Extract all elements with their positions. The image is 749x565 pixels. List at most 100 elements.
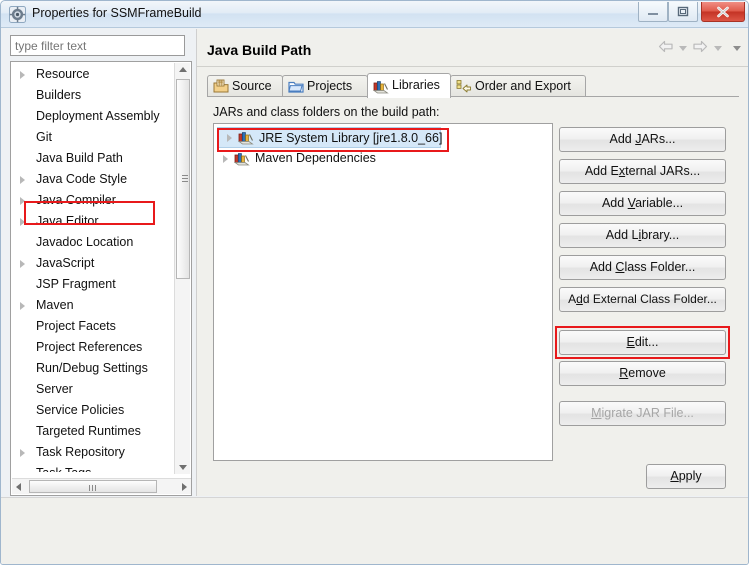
- dialog-footer: ? OK Cancel: [1, 498, 748, 564]
- vertical-scroll-thumb[interactable]: [176, 79, 190, 279]
- sidebar-item-label: JavaScript: [36, 256, 95, 270]
- migrate-jar-file-button: Migrate JAR File...: [559, 401, 726, 426]
- sidebar-item-label: Java Compiler: [36, 193, 116, 207]
- build-path-tabs: Source Projects Libraries Order and Export: [207, 73, 739, 98]
- forward-arrow-icon[interactable]: [692, 40, 708, 56]
- scroll-down-arrow-icon[interactable]: [179, 465, 187, 470]
- edit-button[interactable]: Edit...: [559, 330, 726, 355]
- tab-libraries[interactable]: Libraries: [367, 73, 451, 98]
- sidebar-item-resource[interactable]: Resource: [11, 64, 174, 85]
- libraries-list[interactable]: JRE System Library [jre1.8.0_66] Maven De…: [213, 123, 553, 461]
- expand-arrow-icon[interactable]: [227, 134, 232, 142]
- sidebar-item-label: Service Policies: [36, 403, 125, 417]
- settings-tree-vertical-scrollbar[interactable]: [174, 63, 190, 474]
- sidebar-item-git[interactable]: Git: [11, 127, 174, 148]
- tab-order-and-export[interactable]: Order and Export: [450, 75, 586, 97]
- scroll-up-arrow-icon[interactable]: [179, 67, 187, 72]
- sidebar-item-label: Java Code Style: [36, 172, 128, 186]
- title-bar: Properties for SSMFrameBuild: [1, 1, 748, 28]
- scroll-right-arrow-icon[interactable]: [182, 483, 187, 491]
- add-external-jars-button[interactable]: Add External JARs...: [559, 159, 726, 184]
- apply-button[interactable]: Apply: [646, 464, 726, 489]
- sidebar-item-label: Project References: [36, 340, 143, 354]
- page-title-divider: [197, 66, 748, 67]
- expand-arrow-icon[interactable]: [20, 197, 25, 205]
- libraries-list-label: JARs and class folders on the build path…: [213, 105, 440, 119]
- sidebar-item-label: Git: [36, 130, 52, 144]
- tab-underline: [207, 96, 739, 97]
- expand-arrow-icon[interactable]: [20, 176, 25, 184]
- expand-arrow-icon[interactable]: [223, 155, 228, 163]
- sidebar-item-java-code-style[interactable]: Java Code Style: [11, 169, 174, 190]
- page-title: Java Build Path: [207, 42, 312, 58]
- window-title: Properties for SSMFrameBuild: [32, 6, 202, 20]
- maximize-button[interactable]: [668, 2, 698, 22]
- sidebar-item-targeted-runtimes[interactable]: Targeted Runtimes: [11, 421, 174, 442]
- settings-tree[interactable]: Resource Builders Deployment Assembly Git Ja…: [10, 61, 192, 496]
- filter-input[interactable]: [10, 35, 185, 56]
- sidebar-item-server[interactable]: Server: [11, 379, 174, 400]
- sidebar-item-label: Targeted Runtimes: [36, 424, 141, 438]
- tab-source[interactable]: Source: [207, 75, 283, 97]
- sidebar-item-java-compiler[interactable]: Java Compiler: [11, 190, 174, 211]
- back-history-caret-icon[interactable]: [678, 45, 687, 51]
- add-jars-button[interactable]: Add JARs...: [559, 127, 726, 152]
- expand-arrow-icon[interactable]: [20, 449, 25, 457]
- sidebar-item-task-repository[interactable]: Task Repository: [11, 442, 174, 463]
- add-class-folder-button[interactable]: Add Class Folder...: [559, 255, 726, 280]
- sidebar-item-project-references[interactable]: Project References: [11, 337, 174, 358]
- expand-arrow-icon[interactable]: [20, 260, 25, 268]
- settings-tree-list: Resource Builders Deployment Assembly Git Ja…: [11, 64, 174, 472]
- tab-label: Projects: [307, 79, 353, 93]
- sidebar-item-label: Javadoc Location: [36, 235, 134, 249]
- sidebar-item-jsp-fragment[interactable]: JSP Fragment: [11, 274, 174, 295]
- library-item-maven-dependencies[interactable]: Maven Dependencies: [214, 148, 552, 169]
- tab-projects[interactable]: Projects: [282, 75, 368, 97]
- add-library-button[interactable]: Add Library...: [559, 223, 726, 248]
- libraries-books-icon: [372, 79, 389, 94]
- expand-arrow-icon[interactable]: [20, 302, 25, 310]
- add-variable-button[interactable]: Add Variable...: [559, 191, 726, 216]
- projects-folder-icon: [288, 79, 304, 94]
- scroll-thumb-grip: [182, 175, 188, 183]
- sidebar-item-label: Server: [36, 382, 73, 396]
- sidebar-item-java-build-path[interactable]: Java Build Path: [11, 148, 174, 169]
- back-arrow-icon[interactable]: [658, 40, 674, 56]
- library-icon: [237, 130, 254, 145]
- sidebar-item-service-policies[interactable]: Service Policies: [11, 400, 174, 421]
- sidebar-item-java-editor[interactable]: Java Editor: [11, 211, 174, 232]
- library-icon: [233, 151, 250, 166]
- settings-tree-horizontal-scrollbar[interactable]: [12, 478, 191, 494]
- sidebar-item-label: Java Build Path: [36, 151, 123, 165]
- add-external-class-folder-button[interactable]: Add External Class Folder...: [559, 287, 726, 312]
- page-navigation-controls: [656, 40, 741, 58]
- sidebar-item-builders[interactable]: Builders: [11, 85, 174, 106]
- sidebar-item-task-tags[interactable]: Task Tags: [11, 463, 174, 472]
- horizontal-scroll-thumb[interactable]: [29, 480, 157, 493]
- library-item-jre-system-library-jre1-8-0-66[interactable]: JRE System Library [jre1.8.0_66]: [217, 127, 443, 148]
- expand-arrow-icon[interactable]: [20, 218, 25, 226]
- remove-button[interactable]: Remove: [559, 361, 726, 386]
- sidebar-item-label: Maven: [36, 298, 74, 312]
- expand-arrow-icon[interactable]: [20, 71, 25, 79]
- close-button[interactable]: [701, 2, 745, 22]
- sidebar-item-javadoc-location[interactable]: Javadoc Location: [11, 232, 174, 253]
- page-menu-caret-icon[interactable]: [733, 45, 741, 51]
- sidebar-item-maven[interactable]: Maven: [11, 295, 174, 316]
- order-export-icon: [456, 79, 472, 94]
- sidebar-item-deployment-assembly[interactable]: Deployment Assembly: [11, 106, 174, 127]
- scroll-left-arrow-icon[interactable]: [16, 483, 21, 491]
- sidebar-item-label: Project Facets: [36, 319, 116, 333]
- tab-label: Source: [232, 79, 272, 93]
- minimize-button[interactable]: [638, 2, 668, 22]
- library-item-label: JRE System Library [jre1.8.0_66]: [259, 131, 443, 145]
- tab-label: Libraries: [392, 78, 440, 92]
- forward-history-caret-icon[interactable]: [713, 45, 722, 51]
- sidebar-item-javascript[interactable]: JavaScript: [11, 253, 174, 274]
- source-folder-icon: [213, 79, 229, 94]
- eclipse-properties-icon: [9, 6, 26, 23]
- sidebar-item-label: Task Tags: [36, 466, 91, 472]
- scroll-thumb-grip: [89, 485, 98, 491]
- sidebar-item-project-facets[interactable]: Project Facets: [11, 316, 174, 337]
- sidebar-item-run-debug-settings[interactable]: Run/Debug Settings: [11, 358, 174, 379]
